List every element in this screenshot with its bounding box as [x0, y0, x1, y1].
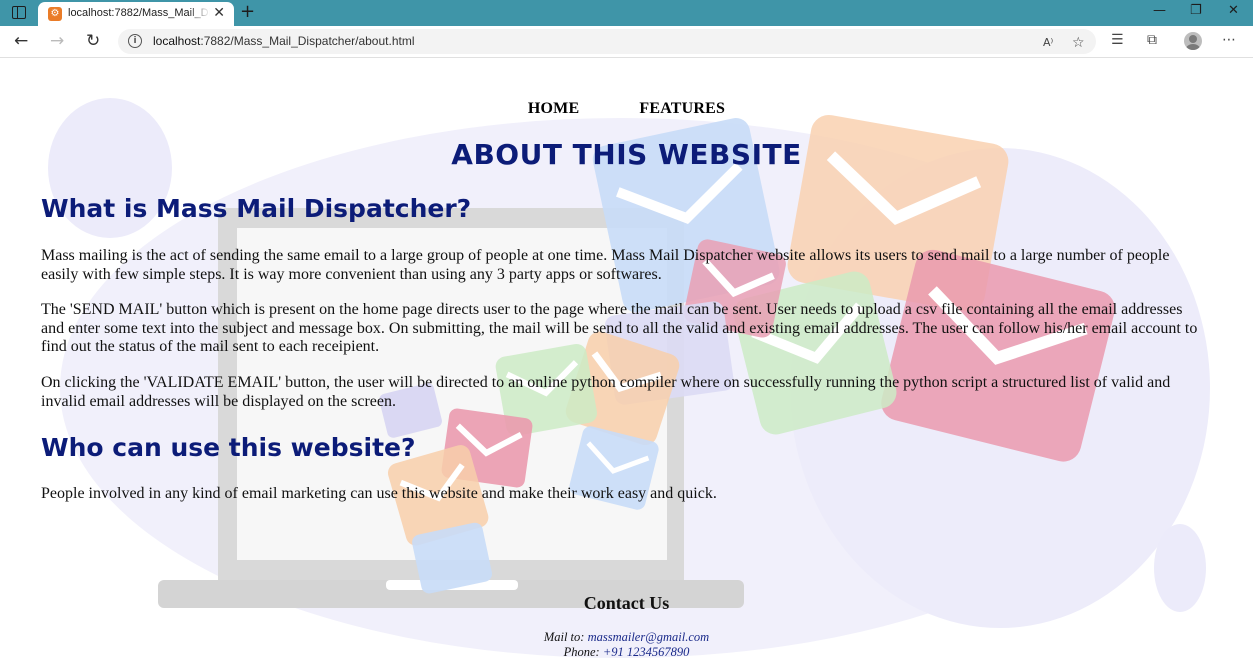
favorites-icon[interactable]: ☰: [1111, 32, 1124, 48]
phone-link[interactable]: +91 1234567890: [603, 645, 690, 659]
nav-features-link[interactable]: FEATURES: [639, 100, 725, 118]
paragraph-audience: People involved in any kind of email mar…: [41, 485, 717, 502]
close-tab-icon[interactable]: ✕: [213, 5, 225, 21]
contact-heading: Contact Us: [583, 593, 670, 613]
mail-label: Mail to:: [543, 630, 588, 644]
window-menu-icon[interactable]: [12, 6, 26, 19]
paragraph-intro: Mass mailing is the act of sending the s…: [41, 247, 1170, 283]
browser-tab-active[interactable]: ⚙ localhost:7882/Mass_Mail_Dispatcher/ab…: [38, 2, 234, 26]
minimize-icon[interactable]: —: [1153, 3, 1166, 18]
read-aloud-icon[interactable]: A⁾: [1043, 36, 1053, 49]
phone-label: Phone:: [563, 645, 603, 659]
xampp-favicon-icon: ⚙: [48, 7, 62, 21]
forward-icon[interactable]: →: [50, 31, 64, 51]
contact-mail-line: Mail to: massmailer@gmail.com: [0, 630, 1253, 645]
restore-icon[interactable]: ❐: [1190, 3, 1202, 18]
nav-home-link[interactable]: HOME: [528, 100, 579, 118]
close-window-icon[interactable]: ✕: [1228, 3, 1239, 18]
profile-avatar[interactable]: [1184, 32, 1202, 50]
tab-title: localhost:7882/Mass_Mail_Dispatcher/abou…: [68, 7, 210, 19]
paragraph-send-mail: The 'SEND MAIL' button which is present …: [41, 301, 1198, 355]
collections-icon[interactable]: ⧉: [1147, 32, 1157, 48]
mail-link[interactable]: massmailer@gmail.com: [588, 630, 710, 644]
new-tab-button[interactable]: +: [240, 1, 255, 22]
page-title: ABOUT THIS WEBSITE: [451, 138, 802, 171]
reload-icon[interactable]: ↻: [86, 31, 100, 51]
paragraph-validate-email: On clicking the 'VALIDATE EMAIL' button,…: [41, 374, 1171, 410]
url-text[interactable]: localhost:7882/Mass_Mail_Dispatcher/abou…: [153, 34, 414, 48]
contact-phone-line: Phone: +91 1234567890: [0, 645, 1253, 660]
site-info-icon[interactable]: i: [128, 34, 142, 48]
section-heading-what-is: What is Mass Mail Dispatcher?: [41, 194, 472, 223]
page-viewport: HOME FEATURES ABOUT THIS WEBSITE What is…: [0, 58, 1253, 664]
top-navigation: HOME FEATURES: [0, 100, 1253, 118]
add-favorite-icon[interactable]: ☆: [1072, 35, 1085, 51]
browser-tabstrip: ⚙ localhost:7882/Mass_Mail_Dispatcher/ab…: [0, 0, 1253, 26]
more-options-icon[interactable]: ⋯: [1222, 32, 1236, 48]
address-bar[interactable]: i localhost:7882/Mass_Mail_Dispatcher/ab…: [118, 29, 1096, 54]
section-heading-who-can-use: Who can use this website?: [41, 433, 416, 462]
back-icon[interactable]: ←: [14, 31, 28, 51]
browser-toolbar: ← → ↻ i localhost:7882/Mass_Mail_Dispatc…: [0, 26, 1253, 58]
